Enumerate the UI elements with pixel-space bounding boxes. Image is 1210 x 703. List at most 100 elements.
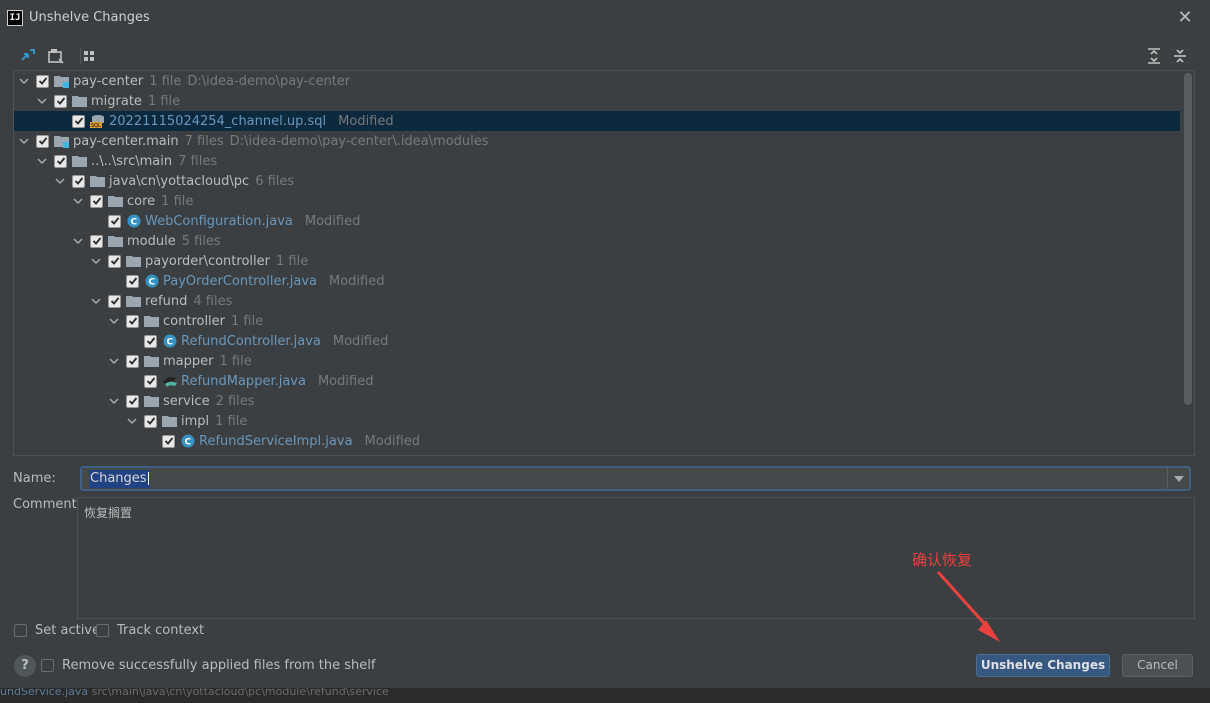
remove-applied-checkbox[interactable]: Remove successfully applied files from t… <box>41 658 375 673</box>
expand-all-icon[interactable] <box>1144 46 1164 66</box>
checkbox-checked-icon[interactable] <box>54 94 67 108</box>
checkbox-checked-icon[interactable] <box>108 294 121 308</box>
collapse-all-icon[interactable] <box>1170 46 1190 66</box>
close-icon[interactable]: ✕ <box>1174 7 1196 29</box>
chevron-down-icon[interactable] <box>108 391 120 411</box>
background-editor-strip: undService.java src\main\java\cn\yottacl… <box>0 688 1210 703</box>
folder-icon <box>90 174 106 188</box>
file-count: 1 file <box>215 413 248 429</box>
tree-file-row[interactable]: SQL 20221115024254_channel.up.sql Modified <box>14 111 1180 131</box>
merge-arrows-icon[interactable] <box>18 46 38 66</box>
tree-node[interactable]: pay-center 1 file D:\idea-demo\pay-center <box>14 71 1180 91</box>
background-file-line: undService.java src\main\java\cn\yottacl… <box>0 688 389 698</box>
tree-item-name: module <box>127 233 176 249</box>
checkbox-unchecked-icon[interactable] <box>14 624 27 637</box>
remove-applied-label: Remove successfully applied files from t… <box>62 658 376 673</box>
group-by-icon[interactable] <box>46 46 66 66</box>
dialog-title: Unshelve Changes <box>29 10 150 25</box>
unshelve-dialog: IJ Unshelve Changes ✕ pay-center 1 file D:… <box>0 0 1210 688</box>
name-combobox[interactable]: Changes <box>80 466 1191 491</box>
chevron-down-icon[interactable] <box>90 291 102 311</box>
tree-file-row[interactable]: C PayOrderController.java Modified <box>14 271 1180 291</box>
chevron-down-icon[interactable] <box>90 251 102 271</box>
checkbox-checked-icon[interactable] <box>108 254 121 268</box>
title-bar: IJ Unshelve Changes ✕ <box>0 0 1210 36</box>
checkbox-checked-icon[interactable] <box>162 434 175 448</box>
changes-tree: pay-center 1 file D:\idea-demo\pay-center m… <box>13 70 1195 456</box>
checkbox-checked-icon[interactable] <box>36 74 49 88</box>
file-count: 1 file <box>219 353 252 369</box>
checkbox-checked-icon[interactable] <box>126 314 139 328</box>
checkbox-checked-icon[interactable] <box>36 134 49 148</box>
checkbox-checked-icon[interactable] <box>126 274 139 288</box>
track-context-label: Track context <box>117 623 205 638</box>
annotation-arrow-icon <box>936 570 1000 642</box>
tree-file-row[interactable]: RefundMapper.java Modified <box>14 371 1180 391</box>
checkbox-checked-icon[interactable] <box>144 374 157 388</box>
tree-node[interactable]: service 2 files <box>14 391 1180 411</box>
checkbox-checked-icon[interactable] <box>72 174 85 188</box>
tree-file-row[interactable]: C WebConfiguration.java Modified <box>14 211 1180 231</box>
checkbox-checked-icon[interactable] <box>54 154 67 168</box>
tree-node[interactable]: refund 4 files <box>14 291 1180 311</box>
chevron-down-icon[interactable] <box>72 231 84 251</box>
chevron-down-icon[interactable] <box>18 71 30 91</box>
folder-icon <box>144 354 160 368</box>
chevron-down-icon[interactable] <box>54 171 66 191</box>
tree-node[interactable]: ..\..\src\main 7 files <box>14 151 1180 171</box>
checkbox-unchecked-icon[interactable] <box>41 659 54 672</box>
checkbox-checked-icon[interactable] <box>72 114 85 128</box>
checkbox-checked-icon[interactable] <box>90 234 103 248</box>
change-status: Modified <box>338 113 394 129</box>
help-button[interactable]: ? <box>14 655 36 677</box>
checkbox-checked-icon[interactable] <box>144 334 157 348</box>
chevron-down-icon[interactable] <box>108 311 120 331</box>
tree-node[interactable]: pay-center.main 7 files D:\idea-demo\pay-c… <box>14 131 1180 151</box>
change-status: Modified <box>328 273 385 289</box>
chevron-down-icon[interactable] <box>1167 468 1189 489</box>
tree-node[interactable]: java\cn\yottacloud\pc 6 files <box>14 171 1180 191</box>
tree-node[interactable]: module 5 files <box>14 231 1180 251</box>
chevron-down-icon[interactable] <box>108 351 120 371</box>
tree-node[interactable]: impl 1 file <box>14 411 1180 431</box>
tree-node[interactable]: mapper 1 file <box>14 351 1180 371</box>
name-value[interactable]: Changes <box>89 470 150 488</box>
folder-icon <box>162 414 178 428</box>
track-context-checkbox[interactable]: Track context <box>96 623 204 638</box>
checkbox-checked-icon[interactable] <box>90 194 103 208</box>
module-path: D:\idea-demo\pay-center <box>187 73 351 89</box>
chevron-down-icon[interactable] <box>72 191 84 211</box>
cancel-button[interactable]: Cancel <box>1122 654 1193 677</box>
comment-text[interactable]: 恢复搁置 <box>84 504 132 521</box>
checkbox-checked-icon[interactable] <box>144 414 157 428</box>
tree-item-name: java\cn\yottacloud\pc <box>109 173 250 189</box>
checkbox-unchecked-icon[interactable] <box>96 624 109 637</box>
folder-icon <box>108 234 124 248</box>
tree-scrollbar[interactable] <box>1184 73 1192 405</box>
chevron-down-icon[interactable] <box>126 411 138 431</box>
tree-file-row[interactable]: C RefundController.java Modified <box>14 331 1180 351</box>
chevron-down-icon[interactable] <box>36 91 48 111</box>
tree-item-name: pay-center <box>73 73 144 89</box>
tree-node[interactable]: migrate 1 file <box>14 91 1180 111</box>
tree-file-row[interactable]: C RefundServiceImpl.java Modified <box>14 431 1180 451</box>
comment-textarea[interactable]: 恢复搁置 <box>77 497 1195 619</box>
unshelve-changes-button[interactable]: Unshelve Changes <box>976 654 1110 677</box>
tree-node[interactable]: payorder\controller 1 file <box>14 251 1180 271</box>
checkbox-checked-icon[interactable] <box>108 214 121 228</box>
checkbox-checked-icon[interactable] <box>126 354 139 368</box>
folder-icon <box>72 154 88 168</box>
checkbox-checked-icon[interactable] <box>126 394 139 408</box>
chevron-down-icon[interactable] <box>18 131 30 151</box>
tree-node[interactable]: core 1 file <box>14 191 1180 211</box>
chevron-down-icon[interactable] <box>36 151 48 171</box>
java-class-icon: C <box>126 214 142 228</box>
set-active-checkbox[interactable]: Set active <box>14 623 100 638</box>
folder-icon <box>144 394 160 408</box>
sql-file-icon: SQL <box>90 114 106 128</box>
layout-grid-icon[interactable] <box>80 46 100 66</box>
toolbar <box>14 44 1196 68</box>
tree-node[interactable]: controller 1 file <box>14 311 1180 331</box>
